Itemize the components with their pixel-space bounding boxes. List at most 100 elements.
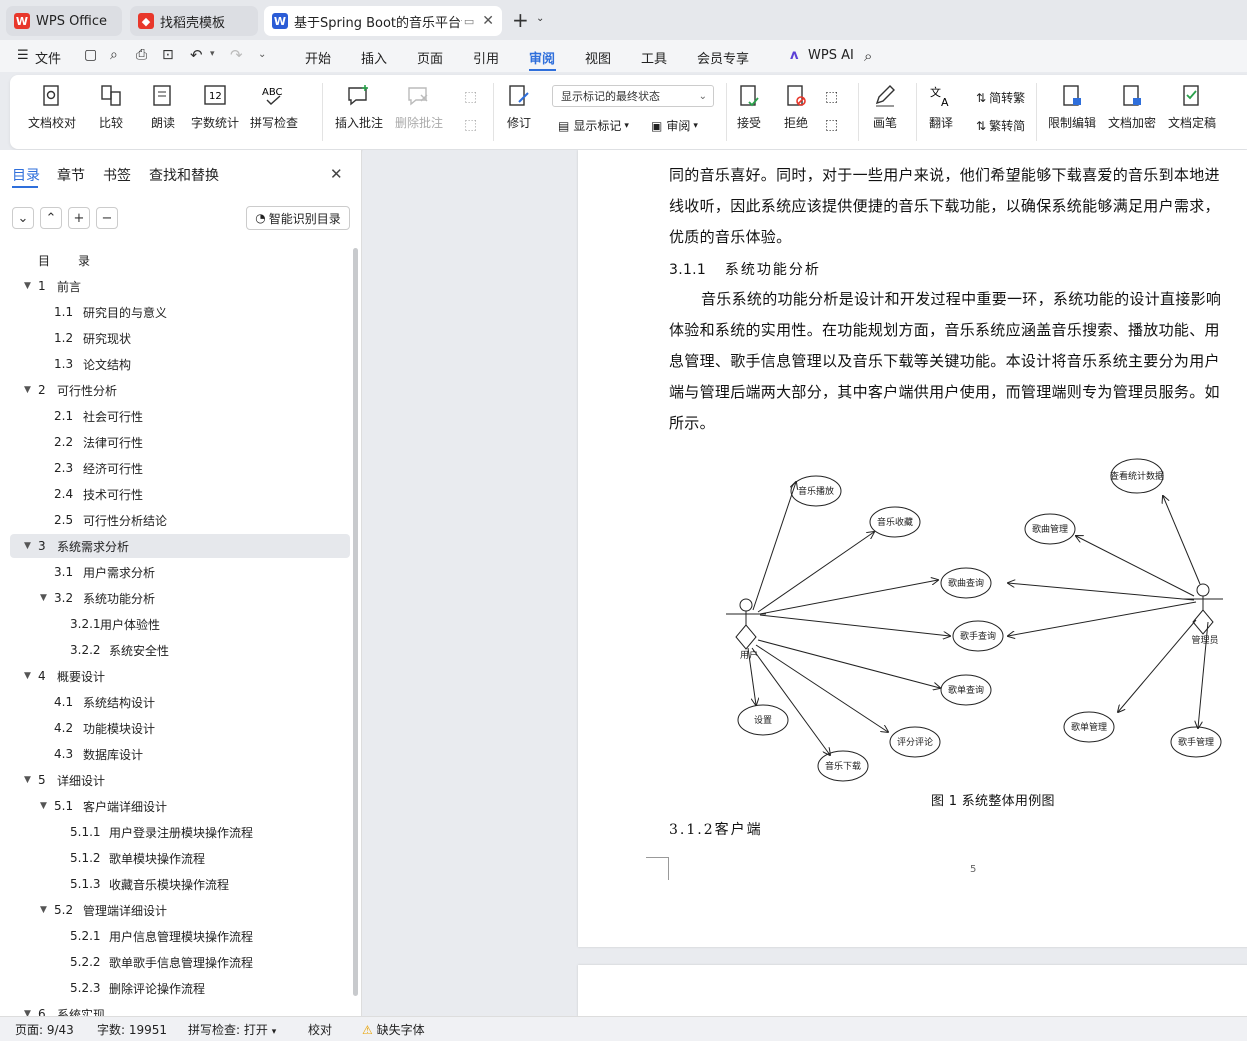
toc-item[interactable]: 1.2 研究现状 (0, 326, 350, 350)
expand-arrow-icon[interactable]: ▼ (40, 905, 47, 915)
expand-arrow-icon[interactable]: ▼ (24, 541, 31, 551)
toc-item[interactable]: ▼ 2 可行性分析 (0, 378, 350, 402)
toc-item[interactable]: 2.4 技术可行性 (0, 482, 350, 506)
toc-item[interactable]: 5.1.2 歌单模块操作流程 (0, 846, 350, 870)
toc-item[interactable]: 2.2 法律可行性 (0, 430, 350, 454)
undo-dropdown-icon[interactable]: ▾ (210, 49, 215, 59)
close-pane-icon[interactable]: ✕ (330, 165, 343, 183)
toc-item[interactable]: 2.5 可行性分析结论 (0, 508, 350, 532)
next-change-icon[interactable]: ⬚ (825, 117, 838, 133)
to-traditional-button[interactable]: ⇅ 简转繁 (976, 89, 1025, 106)
print-preview-icon[interactable]: ⊡ (162, 47, 174, 63)
page-indicator[interactable]: 页面: 9/43 (15, 1021, 74, 1038)
expand-up-button[interactable]: ⌃ (40, 207, 62, 229)
menu-tools[interactable]: 工具 (641, 48, 667, 67)
menu-page[interactable]: 页面 (417, 48, 443, 67)
tab-wps-office[interactable]: W WPS Office (6, 6, 122, 36)
menu-wps-ai[interactable]: WPS AI (808, 48, 854, 63)
toc-item[interactable]: 4.1 系统结构设计 (0, 690, 350, 714)
missing-font-indicator[interactable]: ⚠ 缺失字体 (362, 1021, 425, 1038)
add-heading-button[interactable]: + (68, 207, 90, 229)
reject-button[interactable]: 拒绝 (783, 83, 809, 131)
toc-item[interactable]: ▼ 5.1 客户端详细设计 (0, 794, 350, 818)
toc-item[interactable]: ▼ 3 系统需求分析 (10, 534, 350, 558)
toc-item[interactable]: 1.3 论文结构 (0, 352, 350, 376)
to-simplified-button[interactable]: ⇅ 繁转简 (976, 117, 1025, 134)
track-changes-button[interactable]: 修订 (506, 83, 532, 131)
menu-start[interactable]: 开始 (305, 48, 331, 67)
menu-insert[interactable]: 插入 (361, 48, 387, 67)
tab-document[interactable]: W 基于Spring Boot的音乐平台设 ▭ ✕ (264, 6, 502, 36)
compare-button[interactable]: 比较 (98, 83, 124, 131)
translate-button[interactable]: 文A 翻译 (928, 83, 954, 131)
monitor-icon[interactable]: ▭ (464, 15, 474, 28)
toc-item[interactable]: ▼ 1 前言 (0, 274, 350, 298)
collapse-all-button[interactable]: ⌄ (12, 207, 34, 229)
expand-arrow-icon[interactable]: ▼ (40, 801, 47, 811)
toc-item[interactable]: 1.1 研究目的与意义 (0, 300, 350, 324)
menu-view[interactable]: 视图 (585, 48, 611, 67)
toc-item[interactable]: 3.1 用户需求分析 (0, 560, 350, 584)
toc-item[interactable]: 3.2.2 系统安全性 (0, 638, 350, 662)
restrict-edit-button[interactable]: 限制编辑 (1048, 83, 1096, 131)
toc-item[interactable]: 2.1 社会可行性 (0, 404, 350, 428)
toc-item[interactable]: 4.3 数据库设计 (0, 742, 350, 766)
insert-comment-button[interactable]: 插入批注 (335, 83, 383, 131)
tab-find-replace[interactable]: 查找和替换 (149, 165, 219, 185)
more-chevron-icon[interactable]: ⌄ (258, 49, 266, 60)
tab-chapters[interactable]: 章节 (57, 165, 85, 185)
search-icon[interactable]: ⌕ (864, 47, 872, 65)
show-markup-button[interactable]: ▤ 显示标记 ▾ (558, 117, 629, 134)
smart-toc-button[interactable]: ◔ 智能识别目录 (246, 206, 350, 230)
share-icon[interactable]: ⌕ (110, 47, 118, 63)
tab-bookmarks[interactable]: 书签 (103, 165, 131, 185)
read-aloud-button[interactable]: 朗读 (150, 83, 176, 131)
pen-button[interactable]: 画笔 (872, 83, 898, 131)
remove-heading-button[interactable]: − (96, 207, 118, 229)
spell-check-button[interactable]: ABC 拼写检查 (250, 83, 298, 131)
toc-item[interactable]: 2.3 经济可行性 (0, 456, 350, 480)
prev-comment-icon[interactable]: ⬚ (464, 89, 477, 105)
toc-item[interactable]: ▼ 5 详细设计 (0, 768, 350, 792)
close-tab-icon[interactable]: ✕ (482, 13, 494, 29)
tab-templates[interactable]: ◆ 找稻壳模板 (130, 6, 258, 36)
expand-arrow-icon[interactable]: ▼ (40, 593, 47, 603)
delete-comment-button[interactable]: 删除批注 (395, 83, 443, 131)
expand-arrow-icon[interactable]: ▼ (24, 385, 31, 395)
menu-member[interactable]: 会员专享 (697, 48, 749, 67)
tab-list-chevron-icon[interactable]: ⌄ (536, 13, 544, 24)
print-icon[interactable]: ⎙ (136, 47, 147, 63)
toc-item[interactable]: 5.1.3 收藏音乐模块操作流程 (0, 872, 350, 896)
expand-arrow-icon[interactable]: ▼ (24, 671, 31, 681)
undo-icon[interactable]: ↶ (190, 46, 203, 64)
toc-item[interactable]: 5.2.1 用户信息管理模块操作流程 (0, 924, 350, 948)
doc-check-button[interactable]: 文档校对 (28, 83, 76, 131)
expand-arrow-icon[interactable]: ▼ (24, 775, 31, 785)
redo-icon[interactable]: ↷ (230, 46, 243, 64)
word-count-indicator[interactable]: 字数: 19951 (97, 1021, 167, 1038)
new-tab-icon[interactable]: + (512, 8, 529, 32)
encrypt-button[interactable]: 文档加密 (1108, 83, 1156, 131)
toc-item[interactable]: 4.2 功能模块设计 (0, 716, 350, 740)
finalize-button[interactable]: 文档定稿 (1168, 83, 1216, 131)
toc-item[interactable]: 5.1.1 用户登录注册模块操作流程 (0, 820, 350, 844)
tab-toc[interactable]: 目录 (12, 165, 40, 185)
toc-item[interactable]: 5.2.2 歌单歌手信息管理操作流程 (0, 950, 350, 974)
review-pane-button[interactable]: ▣ 审阅 ▾ (651, 117, 698, 134)
toc-item[interactable]: 目录 (0, 248, 350, 272)
markup-state-select[interactable]: 显示标记的最终状态 ⌄ (552, 85, 714, 107)
toc-item[interactable]: ▼ 4 概要设计 (0, 664, 350, 688)
save-icon[interactable]: ▢ (84, 47, 97, 63)
prev-change-icon[interactable]: ⬚ (825, 89, 838, 105)
spell-check-indicator[interactable]: 拼写检查: 打开 ▾ (188, 1021, 276, 1038)
toc-item[interactable]: 5.2.3 删除评论操作流程 (0, 976, 350, 1000)
menu-reference[interactable]: 引用 (473, 48, 499, 67)
expand-arrow-icon[interactable]: ▼ (24, 281, 31, 291)
toc-item[interactable]: ▼ 3.2 系统功能分析 (0, 586, 350, 610)
menu-file[interactable]: 文件 (35, 48, 61, 67)
proof-indicator[interactable]: 校对 (308, 1021, 332, 1038)
toc-item[interactable]: ▼ 5.2 管理端详细设计 (0, 898, 350, 922)
hamburger-icon[interactable]: ☰ (17, 48, 29, 63)
next-comment-icon[interactable]: ⬚ (464, 117, 477, 133)
menu-review[interactable]: 审阅 (529, 48, 555, 67)
